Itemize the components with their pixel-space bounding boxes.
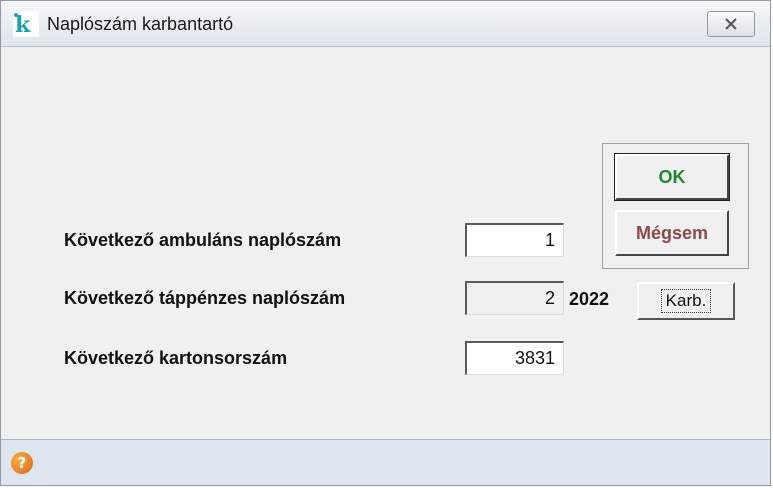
app-logo-icon: k bbox=[13, 11, 39, 37]
title-bar: k Naplószám karbantartó bbox=[1, 1, 770, 47]
status-bar: ? bbox=[1, 439, 770, 485]
ok-button[interactable]: OK bbox=[614, 153, 730, 201]
karb-button[interactable]: Karb. bbox=[637, 282, 735, 320]
close-button[interactable] bbox=[707, 11, 755, 37]
window-title: Naplószám karbantartó bbox=[47, 14, 234, 34]
ambulans-label: Következő ambuláns naplószám bbox=[64, 230, 342, 250]
karton-label: Következő kartonsorszám bbox=[64, 348, 288, 368]
tappenzes-label: Következő táppénzes naplószám bbox=[64, 288, 346, 308]
tappenzes-input: 2 bbox=[465, 281, 564, 315]
karton-input[interactable]: 3831 bbox=[465, 341, 564, 375]
button-group: OK Mégsem bbox=[602, 143, 749, 269]
dialog-window: k Naplószám karbantartó Következő ambulá… bbox=[0, 0, 771, 486]
close-icon bbox=[725, 18, 737, 30]
form-area: Következő ambuláns naplószám 1 Következő… bbox=[9, 47, 764, 437]
karb-button-label: Karb. bbox=[660, 289, 712, 313]
tappenzes-year: 2022 bbox=[569, 289, 610, 309]
help-icon[interactable]: ? bbox=[11, 452, 33, 474]
cancel-button[interactable]: Mégsem bbox=[615, 210, 729, 256]
ambulans-input[interactable]: 1 bbox=[465, 223, 564, 257]
